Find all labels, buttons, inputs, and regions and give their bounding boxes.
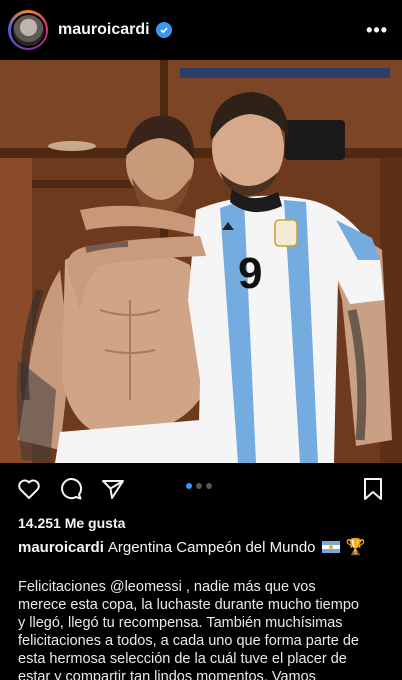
caption-text: Argentina Campeón del Mundo [107,538,316,556]
post-photo[interactable]: 9 [0,60,402,463]
trophy-icon: 🏆 [345,539,366,556]
caption-body-line: Felicitaciones @leomessi , nadie más que… [18,579,316,595]
caption-body-line: esta hermosa selección de la cuál tuve e… [18,651,347,667]
send-icon[interactable] [100,476,126,502]
caption-body-line: felicitaciones a todos, a cada uno que f… [18,633,359,649]
argentina-flag-icon [321,541,340,553]
caption-body: Felicitaciones @leomessi , nadie más que… [18,578,394,680]
comment-icon[interactable] [58,476,84,502]
post-header: mauroicardi ••• [0,0,402,60]
verified-badge-icon [155,22,172,38]
carousel-dot [206,483,212,489]
username-link[interactable]: mauroicardi [58,21,150,39]
likes-count[interactable]: 14.251 Me gusta [18,515,125,531]
bookmark-icon[interactable] [360,476,386,502]
carousel-dot [196,483,202,489]
avatar-image [10,12,46,48]
avatar[interactable] [8,10,48,50]
more-options-button[interactable]: ••• [366,20,388,41]
post-actions [0,470,402,506]
carousel-indicator [186,483,212,489]
carousel-dot-active [186,483,192,489]
jersey-number: 9 [238,249,262,298]
caption-body-line: estar y compartir tan lindos momentos. V… [18,669,316,680]
caption-body-line: merece esta copa, la luchaste durante mu… [18,597,359,613]
caption-body-line: y llegó, llegó tu recompensa. También mu… [18,615,343,631]
locker-room-photo: 9 [0,60,402,463]
caption-username[interactable]: mauroicardi [18,539,104,556]
heart-icon[interactable] [16,476,42,502]
caption: mauroicardi Argentina Campeón del Mundo … [18,537,365,557]
